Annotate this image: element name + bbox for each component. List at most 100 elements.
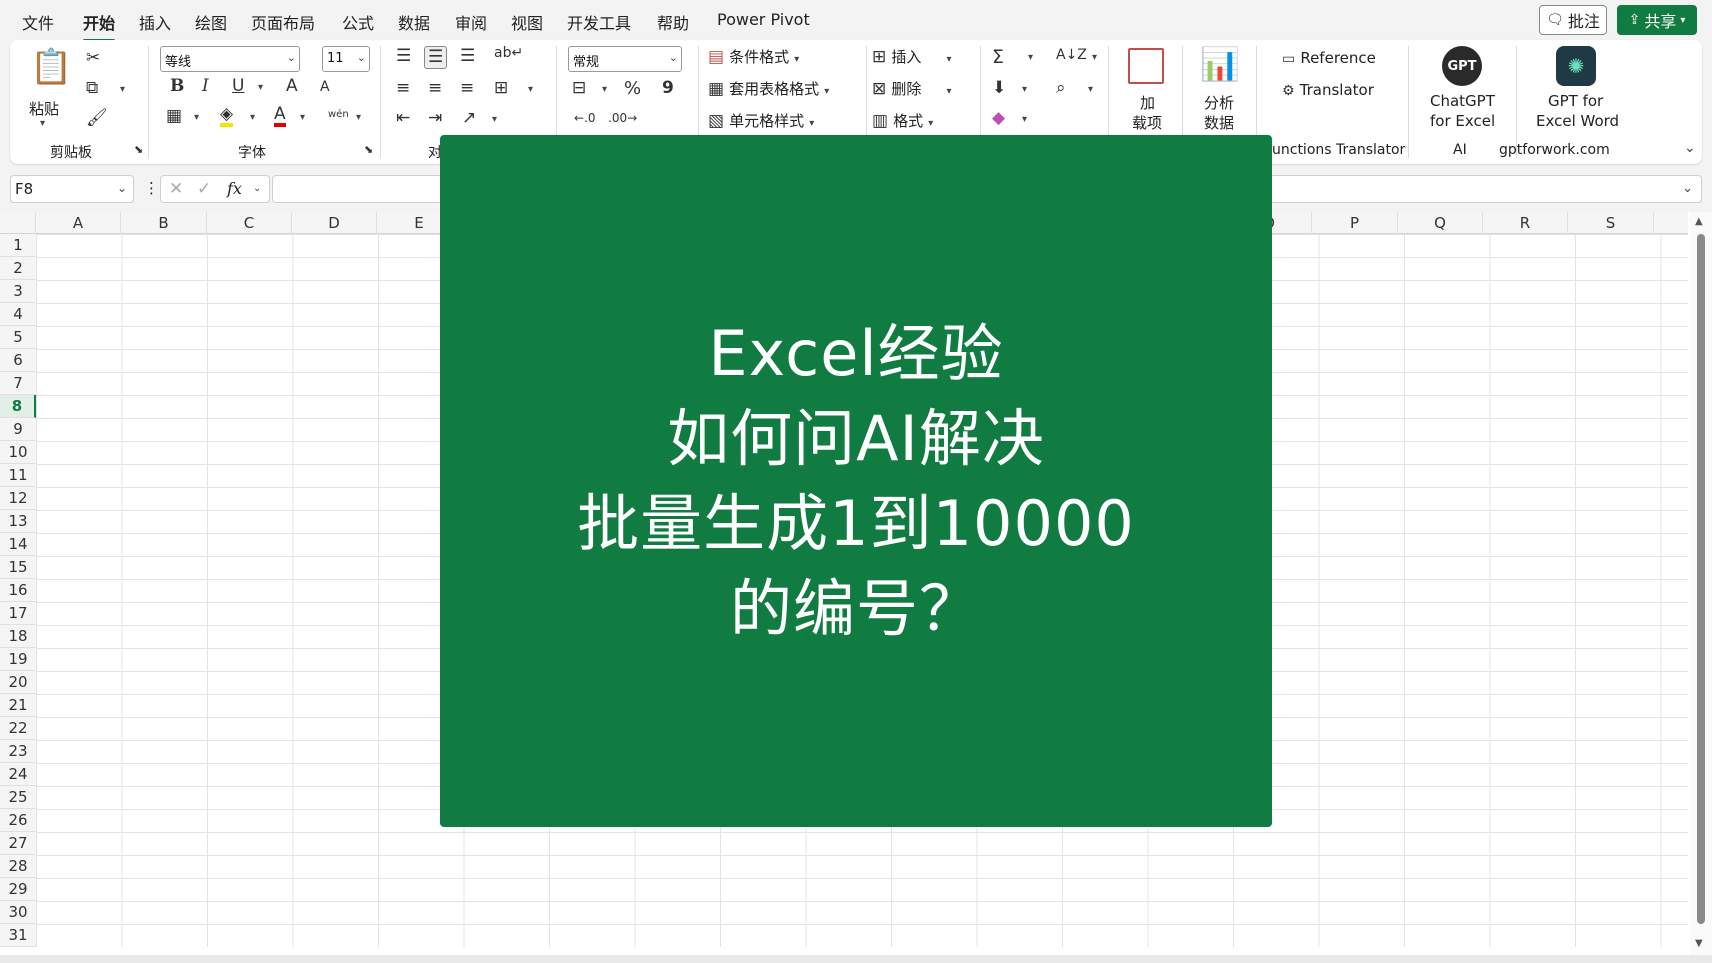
decrease-indent-icon[interactable]: ⇤ bbox=[396, 110, 410, 127]
shrink-font-button[interactable]: A bbox=[320, 80, 330, 94]
chevron-down-icon[interactable]: ▾ bbox=[602, 84, 607, 95]
paste-button[interactable]: 📋 粘贴 ▾ bbox=[26, 48, 72, 132]
column-header[interactable]: S bbox=[1568, 212, 1654, 234]
row-header[interactable]: 5 bbox=[0, 326, 36, 349]
cut-icon[interactable]: ✂ bbox=[86, 50, 100, 67]
row-header[interactable]: 25 bbox=[0, 786, 36, 809]
vertical-scrollbar[interactable]: ▲ ▼ bbox=[1690, 212, 1712, 963]
tab-developer[interactable]: 开发工具 bbox=[567, 10, 631, 34]
chevron-down-icon[interactable]: ▾ bbox=[1022, 84, 1027, 95]
scrollbar-thumb[interactable] bbox=[1697, 234, 1705, 924]
tab-view[interactable]: 视图 bbox=[511, 10, 543, 34]
row-header[interactable]: 21 bbox=[0, 694, 36, 717]
chevron-down-icon[interactable]: ▾ bbox=[250, 112, 255, 123]
align-top-icon[interactable]: ☰ bbox=[396, 48, 411, 65]
row-header[interactable]: 6 bbox=[0, 349, 36, 372]
orientation-icon[interactable]: ↗ bbox=[462, 110, 476, 127]
align-middle-icon[interactable]: ☰ bbox=[424, 46, 448, 69]
chevron-down-icon[interactable]: ▾ bbox=[1092, 52, 1097, 63]
tab-help[interactable]: 帮助 bbox=[657, 10, 689, 34]
chevron-down-icon[interactable]: ▾ bbox=[300, 112, 305, 123]
copy-icon[interactable]: ⧉ bbox=[86, 80, 98, 97]
chevron-down-icon[interactable]: ▾ bbox=[492, 114, 497, 125]
borders-icon[interactable]: ▦ bbox=[166, 108, 182, 125]
row-header[interactable]: 20 bbox=[0, 671, 36, 694]
row-header[interactable]: 29 bbox=[0, 878, 36, 901]
chevron-down-icon[interactable]: ⌄ bbox=[253, 183, 261, 194]
percent-button[interactable]: % bbox=[624, 80, 641, 98]
sort-filter-icon[interactable]: A↓Z bbox=[1056, 48, 1087, 62]
scroll-up-icon[interactable]: ▲ bbox=[1695, 216, 1703, 227]
tab-draw[interactable]: 绘图 bbox=[195, 10, 227, 34]
format-painter-icon[interactable]: 🖌 bbox=[86, 110, 108, 127]
row-header[interactable]: 1 bbox=[0, 234, 36, 257]
scroll-down-icon[interactable]: ▼ bbox=[1695, 938, 1703, 949]
dialog-launcher-icon[interactable]: ⬊ bbox=[364, 144, 373, 155]
column-header[interactable]: Q bbox=[1398, 212, 1483, 234]
row-header[interactable]: 26 bbox=[0, 809, 36, 832]
tab-review[interactable]: 审阅 bbox=[455, 10, 487, 34]
comma-button[interactable]: 9 bbox=[662, 80, 674, 97]
chevron-down-icon[interactable]: ▾ bbox=[194, 112, 199, 123]
collapse-ribbon-icon[interactable]: ⌄ bbox=[1684, 140, 1696, 156]
row-header[interactable]: 31 bbox=[0, 924, 36, 947]
chatgpt-for-excel-button[interactable]: GPT ChatGPT for Excel bbox=[1412, 44, 1512, 138]
chevron-down-icon[interactable]: ▾ bbox=[1088, 84, 1093, 95]
chevron-down-icon[interactable]: ▾ bbox=[1022, 114, 1027, 125]
chevron-down-icon[interactable]: ▾ bbox=[356, 112, 361, 123]
chevron-down-icon[interactable]: ▾ bbox=[1028, 52, 1033, 63]
row-header[interactable]: 7 bbox=[0, 372, 36, 395]
decrease-decimal-icon[interactable]: .00→ bbox=[608, 112, 637, 124]
font-name-select[interactable]: 等线 ⌄ bbox=[160, 46, 300, 72]
format-cells-button[interactable]: ▥ 格式 ▾ bbox=[872, 110, 933, 131]
translator-button[interactable]: ⚙ Translator bbox=[1282, 80, 1374, 99]
tab-data[interactable]: 数据 bbox=[398, 10, 430, 34]
tab-power-pivot[interactable]: Power Pivot bbox=[717, 10, 810, 29]
row-header[interactable]: 2 bbox=[0, 257, 36, 280]
row-header[interactable]: 12 bbox=[0, 487, 36, 510]
chevron-down-icon[interactable]: ▾ bbox=[120, 84, 125, 95]
comments-button[interactable]: 🗨 批注 bbox=[1539, 5, 1607, 35]
column-header[interactable]: A bbox=[36, 212, 121, 234]
row-header[interactable]: 14 bbox=[0, 533, 36, 556]
insert-function-button[interactable]: fx bbox=[227, 179, 242, 198]
tab-formulas[interactable]: 公式 bbox=[342, 10, 374, 34]
select-all-corner[interactable] bbox=[0, 212, 36, 234]
fill-icon[interactable]: ⬇ bbox=[992, 80, 1006, 97]
cancel-icon[interactable]: ✕ bbox=[169, 179, 183, 199]
horizontal-scrollbar[interactable] bbox=[0, 955, 1712, 963]
analyze-data-button[interactable]: 📊 分析 数据 bbox=[1188, 46, 1252, 136]
tab-insert[interactable]: 插入 bbox=[139, 10, 171, 34]
find-select-icon[interactable]: ⌕ bbox=[1056, 80, 1066, 97]
align-center-icon[interactable]: ≡ bbox=[428, 80, 442, 97]
number-format-select[interactable]: 常规 ⌄ bbox=[568, 46, 682, 72]
row-header[interactable]: 13 bbox=[0, 510, 36, 533]
align-left-icon[interactable]: ≡ bbox=[396, 80, 410, 97]
chevron-down-icon[interactable]: ▾ bbox=[528, 84, 533, 95]
tab-page-layout[interactable]: 页面布局 bbox=[251, 10, 315, 34]
tab-home[interactable]: 开始 bbox=[83, 10, 116, 42]
column-header[interactable]: R bbox=[1483, 212, 1568, 234]
align-right-icon[interactable]: ≡ bbox=[460, 80, 474, 97]
clear-icon[interactable]: ◆ bbox=[992, 110, 1005, 127]
insert-cells-button[interactable]: ⊞ 插入 ▾ bbox=[872, 46, 972, 67]
row-header[interactable]: 9 bbox=[0, 418, 36, 441]
cell-styles-button[interactable]: ▧ 单元格样式 ▾ bbox=[708, 110, 814, 131]
underline-button[interactable]: U bbox=[232, 78, 244, 95]
column-header[interactable]: B bbox=[121, 212, 207, 234]
row-header[interactable]: 10 bbox=[0, 441, 36, 464]
share-button[interactable]: ⇪ 共享 ▾ bbox=[1617, 5, 1697, 35]
align-bottom-icon[interactable]: ☰ bbox=[460, 48, 475, 65]
accounting-format-icon[interactable]: ⊟ bbox=[572, 80, 586, 97]
row-header[interactable]: 18 bbox=[0, 625, 36, 648]
row-header[interactable]: 16 bbox=[0, 579, 36, 602]
row-header[interactable]: 22 bbox=[0, 717, 36, 740]
tab-file[interactable]: 文件 bbox=[22, 10, 54, 34]
expand-formula-icon[interactable]: ⌄ bbox=[1682, 181, 1693, 196]
reference-button[interactable]: ▭ Reference bbox=[1282, 48, 1376, 67]
merge-center-icon[interactable]: ⊞ bbox=[494, 80, 508, 97]
delete-cells-button[interactable]: ⊠ 删除 ▾ bbox=[872, 78, 972, 99]
row-header[interactable]: 3 bbox=[0, 280, 36, 303]
name-box[interactable]: F8 ⌄ bbox=[10, 175, 134, 203]
row-header-selected[interactable]: 8 bbox=[0, 395, 36, 418]
